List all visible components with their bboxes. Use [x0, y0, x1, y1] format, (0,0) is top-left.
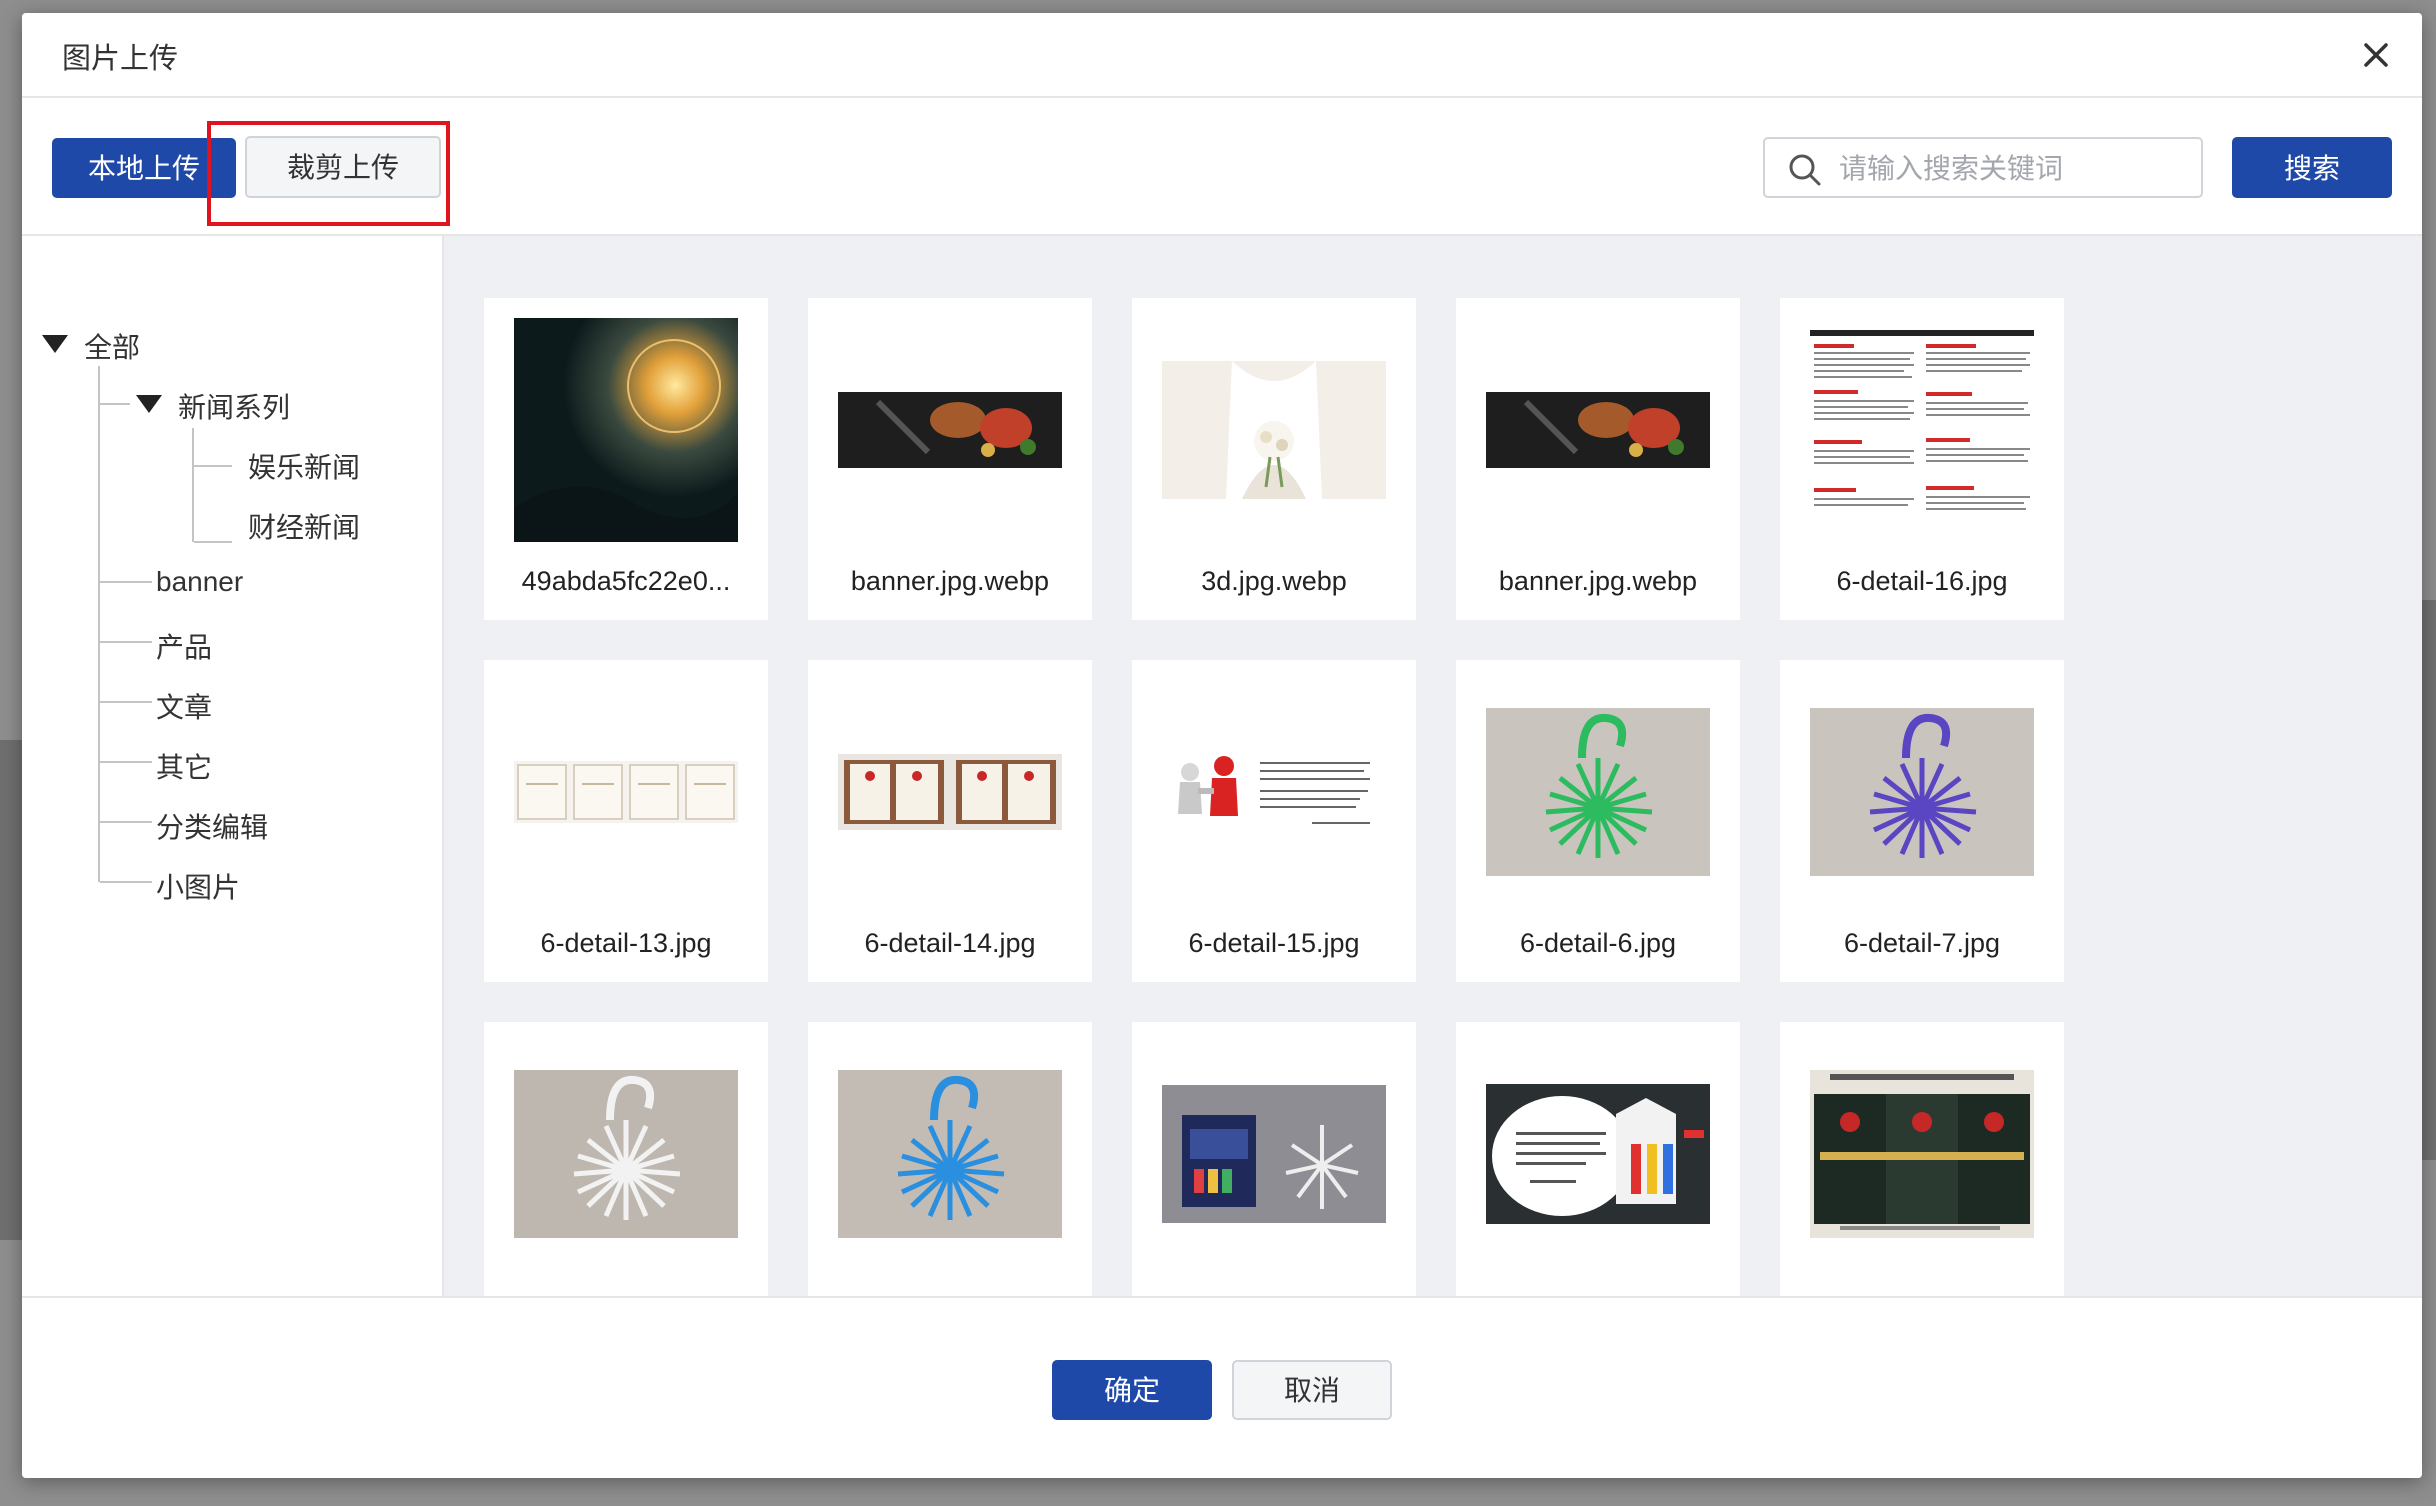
tree-node-small-images[interactable]: 小图片	[156, 866, 240, 906]
image-name: 6-detail-16.jpg	[1836, 566, 2008, 596]
tree-node-articles[interactable]: 文章	[156, 686, 212, 726]
backdrop-strip-right	[2422, 600, 2436, 1160]
image-name: 6-detail-7.jpg	[1843, 928, 2001, 958]
dialog-header: 图片上传	[22, 13, 2422, 98]
tree-line	[194, 465, 232, 467]
image-card[interactable]: banner.jpg.webp	[808, 298, 1092, 620]
image-thumbnail	[1810, 680, 2034, 904]
image-thumbnail	[514, 680, 738, 904]
image-thumbnail	[1162, 1042, 1386, 1266]
search-icon	[1789, 154, 1821, 186]
tree-node-products[interactable]: 产品	[156, 626, 212, 666]
tree-line	[98, 366, 100, 882]
tree-node-news-series[interactable]: 新闻系列	[178, 386, 290, 426]
image-card[interactable]: 6-detail-15.jpg	[1132, 660, 1416, 982]
image-card[interactable]: 6-detail-7.jpg	[1780, 660, 2064, 982]
image-card[interactable]	[1456, 1022, 1740, 1296]
image-thumbnail	[1162, 680, 1386, 904]
tree-line	[100, 403, 130, 405]
tree-node-all[interactable]: 全部	[84, 326, 140, 366]
image-thumbnail	[1162, 318, 1386, 542]
expand-arrow-icon[interactable]	[42, 335, 68, 353]
image-thumbnail	[514, 318, 738, 542]
tree-node-category-edit[interactable]: 分类编辑	[156, 806, 268, 846]
image-thumbnail	[838, 318, 1062, 542]
image-name: 6-detail-6.jpg	[1519, 928, 1677, 958]
image-card[interactable]: 6-detail-13.jpg	[484, 660, 768, 982]
highlight-box	[207, 121, 450, 226]
image-card[interactable]: banner.jpg.webp	[1456, 298, 1740, 620]
tree-line	[100, 701, 152, 703]
tree-node-entertainment-news[interactable]: 娱乐新闻	[248, 446, 360, 486]
tree-line	[100, 581, 152, 583]
confirm-button[interactable]: 确定	[1052, 1360, 1212, 1420]
tree-node-banner[interactable]: banner	[156, 566, 243, 598]
image-thumbnail	[1486, 318, 1710, 542]
dialog-title: 图片上传	[62, 43, 179, 75]
image-thumbnail	[1810, 318, 2034, 542]
tree-line	[192, 428, 194, 542]
tree-line	[194, 541, 232, 543]
backdrop-strip-left	[0, 740, 22, 1240]
image-card[interactable]	[1132, 1022, 1416, 1296]
image-name: banner.jpg.webp	[1498, 566, 1698, 596]
image-card[interactable]	[808, 1022, 1092, 1296]
search-button[interactable]: 搜索	[2232, 137, 2392, 198]
search-input[interactable]	[1837, 147, 2191, 191]
tree-node-others[interactable]: 其它	[156, 746, 212, 786]
image-thumbnail	[838, 1042, 1062, 1266]
tree-line	[100, 761, 152, 763]
image-name: 6-detail-15.jpg	[1188, 928, 1360, 958]
image-card[interactable]	[1780, 1022, 2064, 1296]
upload-toolbar: 本地上传 裁剪上传 搜索	[22, 98, 2422, 236]
tree-line	[100, 641, 152, 643]
image-thumbnail	[838, 680, 1062, 904]
tree-line	[100, 821, 152, 823]
image-name: 3d.jpg.webp	[1201, 566, 1347, 596]
image-thumbnail	[514, 1042, 738, 1266]
close-icon[interactable]	[2356, 35, 2396, 75]
image-name: 6-detail-14.jpg	[864, 928, 1036, 958]
image-card[interactable]: 3d.jpg.webp	[1132, 298, 1416, 620]
category-tree: 全部 新闻系列 娱乐新闻 财经新闻 banner 产品 文章 其它 分类编辑 小…	[22, 236, 444, 1296]
image-name: banner.jpg.webp	[850, 566, 1050, 596]
image-thumbnail	[1486, 680, 1710, 904]
image-thumbnail	[1486, 1042, 1710, 1266]
image-name: 6-detail-13.jpg	[540, 928, 712, 958]
cancel-button[interactable]: 取消	[1232, 1360, 1392, 1420]
image-card[interactable]: 6-detail-6.jpg	[1456, 660, 1740, 982]
search-box	[1763, 137, 2203, 198]
tree-node-finance-news[interactable]: 财经新闻	[248, 506, 360, 546]
image-card[interactable]	[484, 1022, 768, 1296]
image-card[interactable]: 6-detail-14.jpg	[808, 660, 1092, 982]
image-name: 49abda5fc22e0...	[521, 566, 731, 596]
image-upload-dialog: 图片上传 本地上传 裁剪上传 搜索 全部 新闻系列 娱乐新闻 财经新闻 ban	[22, 13, 2422, 1478]
image-grid: 49abda5fc22e0... banner.jpg.webp 3d.jpg.…	[444, 236, 2422, 1296]
expand-arrow-icon[interactable]	[136, 395, 162, 413]
dialog-footer: 确定 取消	[22, 1296, 2422, 1478]
tree-line	[100, 881, 152, 883]
image-card[interactable]: 6-detail-16.jpg	[1780, 298, 2064, 620]
image-card[interactable]: 49abda5fc22e0...	[484, 298, 768, 620]
image-thumbnail	[1810, 1042, 2034, 1266]
